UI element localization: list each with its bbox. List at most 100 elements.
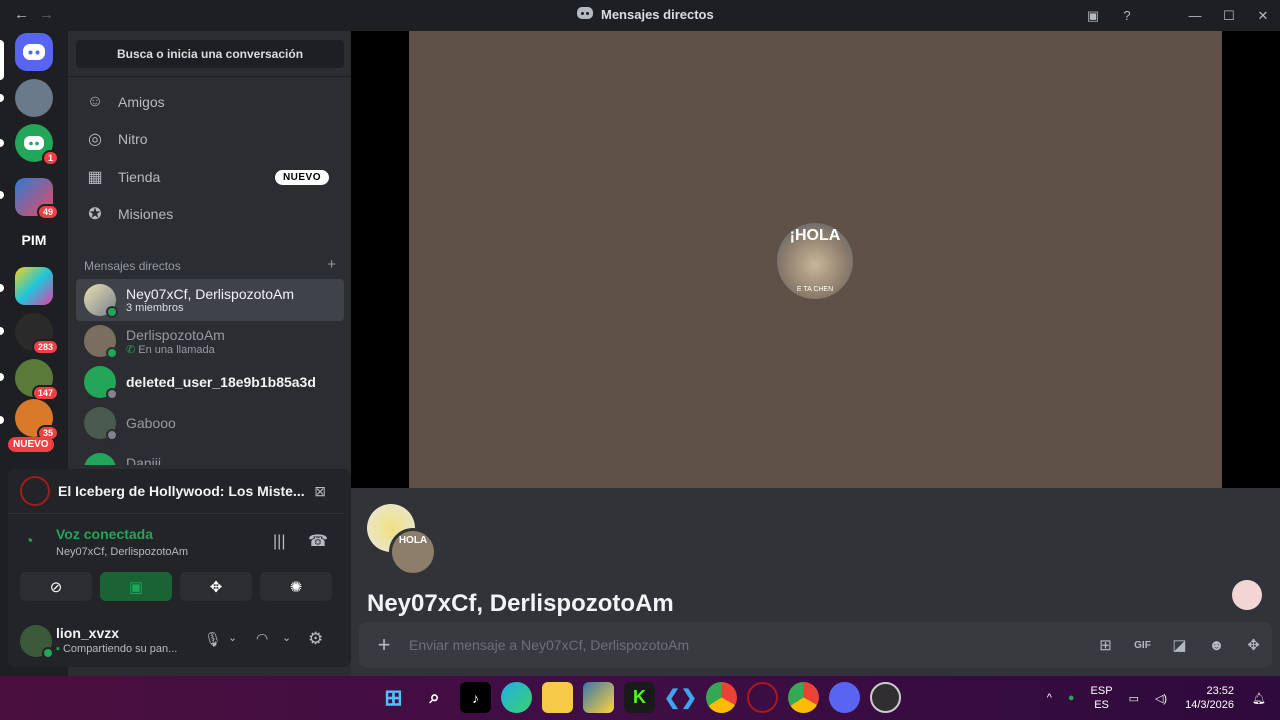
chevron-down-icon[interactable]: ⌄ bbox=[282, 631, 291, 644]
user-avatar[interactable] bbox=[20, 625, 54, 659]
close-icon[interactable]: ✕ bbox=[1246, 0, 1280, 31]
server-icon[interactable]: 147 bbox=[15, 359, 59, 401]
microphone-icon[interactable]: 🎙︎ bbox=[204, 631, 222, 648]
recording-app-icon[interactable] bbox=[747, 682, 778, 713]
vscode-icon[interactable]: ❮❯ bbox=[664, 682, 698, 713]
dm-subtext: ✆ En una llamada bbox=[126, 343, 225, 356]
help-icon[interactable]: ? bbox=[1110, 0, 1144, 31]
edge-icon[interactable] bbox=[501, 682, 532, 713]
emoji-icon[interactable]: ☻ bbox=[1198, 637, 1235, 654]
camera-off-button[interactable]: ⊘ bbox=[20, 572, 92, 601]
server-icon[interactable]: PIM bbox=[15, 221, 53, 259]
participant-avatar[interactable]: ¡HOLA E TA CHEN bbox=[777, 223, 853, 299]
forward-arrow-icon[interactable]: → bbox=[39, 6, 54, 23]
windows-start-icon[interactable]: ⊞ bbox=[378, 682, 409, 713]
stop-stream-icon[interactable]: ⊠ bbox=[314, 483, 326, 500]
new-servers-badge[interactable]: NUEVO bbox=[8, 437, 54, 452]
server-icon[interactable] bbox=[15, 79, 53, 117]
dm-item[interactable]: Daniii bbox=[76, 443, 344, 465]
search-conversation-button[interactable]: Busca o inicia una conversación bbox=[76, 40, 344, 68]
nav-item-shop[interactable]: ▦ Tienda NUEVO bbox=[76, 160, 344, 194]
avatar bbox=[84, 453, 116, 465]
dm-name: deleted_user_18e9b1b85a3d bbox=[126, 374, 316, 390]
chrome-icon[interactable] bbox=[706, 682, 737, 713]
discord-taskbar-icon[interactable] bbox=[829, 682, 860, 713]
microphone-tray-icon[interactable]: ● bbox=[1060, 692, 1083, 704]
discord-logo-icon bbox=[24, 136, 44, 150]
stream-title: El Iceberg de Hollywood: Los Miste... bbox=[58, 483, 305, 499]
python-icon[interactable] bbox=[583, 682, 614, 713]
server-badge: 1 bbox=[41, 150, 59, 166]
dm-header-label: Mensajes directos bbox=[84, 259, 181, 273]
message-composer: + Enviar mensaje a Ney07xCf, Derlispozot… bbox=[359, 622, 1272, 668]
server-icon[interactable]: 283 bbox=[15, 313, 59, 355]
settings-gear-icon[interactable]: ⚙ bbox=[308, 629, 323, 649]
network-icon[interactable]: ▭ bbox=[1121, 692, 1147, 705]
obs-icon[interactable] bbox=[870, 682, 901, 713]
user-area: lion_xvzx ▪ Compartiendo su pan... 🎙︎ ⌄ … bbox=[8, 617, 344, 665]
quests-icon: ✪ bbox=[88, 206, 102, 223]
maximize-icon[interactable]: ☐ bbox=[1212, 0, 1246, 31]
activities-button[interactable]: ✥ bbox=[180, 572, 252, 601]
create-dm-plus-icon[interactable]: + bbox=[327, 257, 336, 273]
nav-item-quests[interactable]: ✪ Misiones bbox=[76, 197, 344, 231]
inbox-icon[interactable]: ▣ bbox=[1076, 0, 1110, 31]
server-icon[interactable]: 49 bbox=[15, 178, 59, 220]
discord-logo-icon bbox=[577, 7, 593, 22]
chevron-down-icon[interactable]: ⌄ bbox=[228, 631, 237, 644]
server-icon[interactable] bbox=[15, 267, 53, 305]
soundboard-button[interactable]: ✺ bbox=[260, 572, 332, 601]
phone-icon: ✆ bbox=[126, 343, 136, 356]
camera-off-icon: ⊘ bbox=[49, 578, 63, 596]
call-stage[interactable]: ¡HOLA E TA CHEN bbox=[409, 31, 1222, 488]
channel-title: Ney07xCf, DerlispozotoAm bbox=[367, 590, 674, 616]
dm-name: DerlispozotoAm bbox=[126, 326, 225, 343]
apps-icon[interactable]: ✥ bbox=[1235, 636, 1272, 654]
notifications-bell-icon[interactable]: 🔔︎ bbox=[1244, 692, 1280, 705]
dm-item[interactable]: Gabooo bbox=[76, 402, 344, 444]
nav-item-nitro[interactable]: ◎ Nitro bbox=[76, 122, 344, 156]
clyde-avatar-icon[interactable] bbox=[1232, 580, 1262, 610]
volume-icon[interactable]: ◁) bbox=[1147, 692, 1175, 705]
gift-icon[interactable]: ⊞ bbox=[1087, 636, 1124, 654]
voice-connected-label[interactable]: Voz conectada bbox=[56, 526, 153, 542]
avatar bbox=[84, 366, 118, 400]
voice-actions: ⊘ ▣ ✥ ✺ bbox=[20, 572, 340, 601]
stream-activity-icon bbox=[20, 476, 50, 506]
dm-item[interactable]: DerlispozotoAm ✆ En una llamada bbox=[76, 320, 344, 362]
language-indicator[interactable]: ESP ES bbox=[1083, 684, 1121, 712]
headphones-icon[interactable]: ◠ bbox=[256, 630, 268, 647]
sticker-icon[interactable]: ◪ bbox=[1161, 636, 1198, 654]
avatar-subcaption: E TA CHEN bbox=[796, 286, 834, 293]
add-attachment-icon[interactable]: + bbox=[359, 632, 409, 658]
dm-item[interactable]: Ney07xCf, DerlispozotoAm 3 miembros bbox=[76, 279, 344, 321]
dm-subtext: 3 miembros bbox=[126, 302, 184, 314]
kick-icon[interactable]: K bbox=[624, 682, 655, 713]
dm-name: Daniii bbox=[126, 455, 162, 465]
back-arrow-icon[interactable]: ← bbox=[14, 6, 29, 23]
chevron-up-icon[interactable]: ^ bbox=[1039, 692, 1060, 704]
activity-panel: El Iceberg de Hollywood: Los Miste... ⊠ … bbox=[8, 469, 344, 667]
tiktok-icon[interactable]: ♪ bbox=[460, 682, 491, 713]
file-explorer-icon[interactable] bbox=[542, 682, 573, 713]
nav-item-label: Tienda bbox=[118, 169, 161, 185]
minimize-icon[interactable]: — bbox=[1178, 0, 1212, 31]
noise-suppression-icon[interactable]: ||| bbox=[273, 533, 285, 551]
dm-name: Gabooo bbox=[126, 415, 176, 431]
nav-item-friends[interactable]: ☺ Amigos bbox=[76, 85, 344, 119]
home-button[interactable] bbox=[15, 33, 53, 71]
clock[interactable]: 23:52 14/3/2026 bbox=[1175, 684, 1244, 712]
nitro-icon: ◎ bbox=[88, 131, 102, 148]
server-icon[interactable]: 1 bbox=[15, 124, 59, 166]
nav-item-label: Amigos bbox=[118, 94, 165, 110]
message-input[interactable]: Enviar mensaje a Ney07xCf, DerlispozotoA… bbox=[409, 637, 1087, 653]
server-icon[interactable]: 35 bbox=[15, 399, 59, 441]
stream-activity[interactable]: El Iceberg de Hollywood: Los Miste... ⊠ bbox=[8, 469, 344, 514]
dm-item[interactable]: deleted_user_18e9b1b85a3d bbox=[76, 361, 344, 403]
chrome-profile-icon[interactable] bbox=[788, 682, 819, 713]
screen-share-button[interactable]: ▣ bbox=[100, 572, 172, 601]
user-status-text: Compartiendo su pan... bbox=[62, 643, 178, 655]
search-icon[interactable]: ⌕ bbox=[419, 682, 450, 713]
gif-icon[interactable]: GIF bbox=[1124, 640, 1161, 651]
disconnect-icon[interactable]: ☎ bbox=[308, 531, 328, 551]
